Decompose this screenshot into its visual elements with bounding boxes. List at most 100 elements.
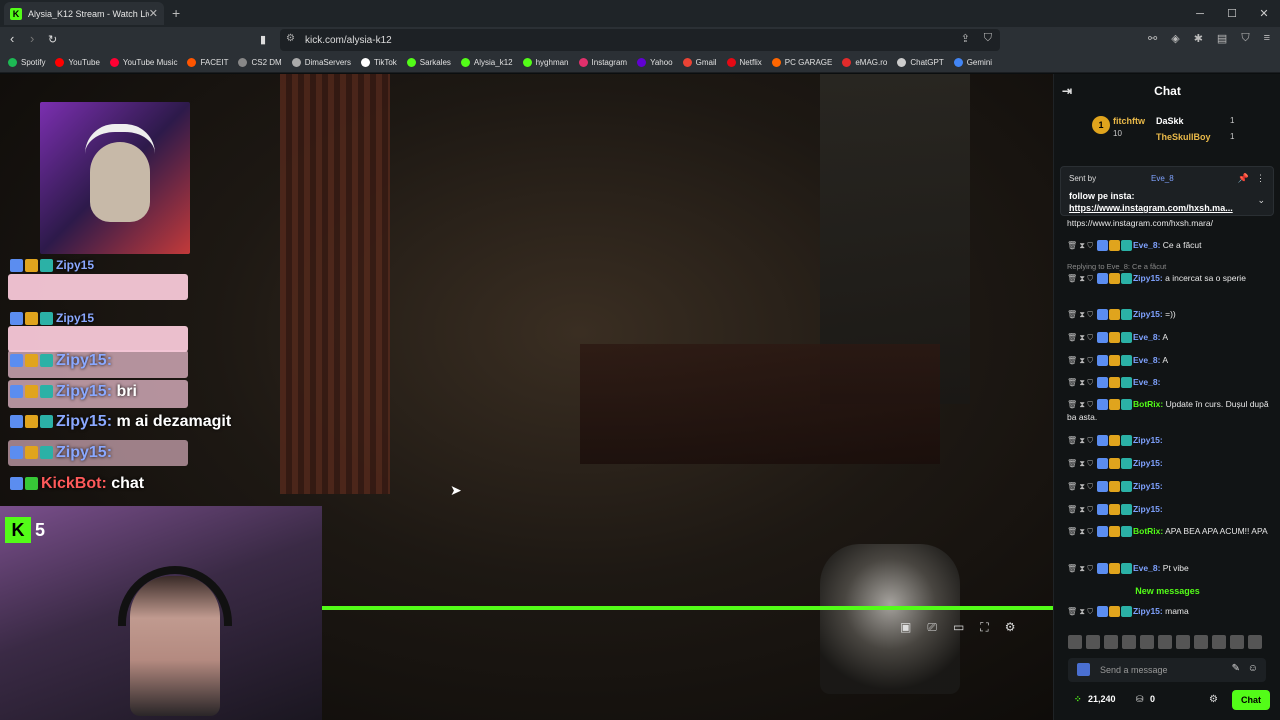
bookmark-item[interactable]: eMAG.ro: [842, 58, 887, 67]
mod-actions-icon[interactable]: 🗑 ⧗ ⛉: [1067, 333, 1093, 342]
mod-actions-icon[interactable]: 🗑 ⧗ ⛉: [1067, 241, 1093, 250]
url-field[interactable]: ⚙ kick.com/alysia-k12 ⇪ ⛉: [280, 29, 1000, 51]
chat-username[interactable]: Eve_8:: [1133, 377, 1160, 387]
chat-username[interactable]: Eve_8:: [1133, 332, 1160, 342]
emote[interactable]: [1248, 635, 1262, 649]
clip-icon[interactable]: ⎚: [927, 620, 937, 635]
chat-username[interactable]: BotRix:: [1133, 526, 1163, 536]
chat-identity-icon[interactable]: [1077, 663, 1090, 676]
mod-actions-icon[interactable]: 🗑 ⧗ ⛉: [1067, 436, 1093, 445]
chat-input[interactable]: Send a message ✎ ☺: [1068, 658, 1266, 682]
chat-message[interactable]: 🗑 ⧗ ⛉ Eve_8: Pt vibe: [1067, 562, 1277, 575]
emote[interactable]: [1212, 635, 1226, 649]
maximize-button[interactable]: ☐: [1216, 0, 1248, 27]
pinned-message[interactable]: Sent by Eve_8 📌 ⋮ follow pe insta: https…: [1060, 166, 1274, 216]
bookmark-item[interactable]: Instagram: [578, 58, 627, 67]
brave-shield-icon[interactable]: ⛉: [984, 32, 992, 45]
mod-actions-icon[interactable]: 🗑 ⧗ ⛉: [1067, 378, 1093, 387]
chat-message[interactable]: 🗑 ⧗ ⛉ Zipy15:: [1067, 434, 1277, 447]
bookmark-item[interactable]: Yahoo: [637, 58, 673, 67]
wallet-icon[interactable]: ◈: [1171, 32, 1179, 45]
chat-message[interactable]: 🗑 ⧗ ⛉ Zipy15: =)): [1067, 308, 1277, 321]
bookmark-item[interactable]: Spotify: [8, 58, 45, 67]
chat-username[interactable]: Zipy15:: [1133, 606, 1163, 616]
chat-username[interactable]: Zipy15:: [1133, 309, 1163, 319]
reload-button[interactable]: ↻: [48, 33, 57, 46]
mod-actions-icon[interactable]: 🗑 ⧗ ⛉: [1067, 459, 1093, 468]
chat-message[interactable]: 🗑 ⧗ ⛉ Eve_8: Ce a făcut: [1067, 239, 1277, 252]
emote[interactable]: [1122, 635, 1136, 649]
bookmark-item[interactable]: Netflix: [726, 58, 762, 67]
leader-name[interactable]: fitchftw: [1113, 116, 1145, 126]
chat-message[interactable]: https://www.instagram.com/hxsh.mara/: [1067, 217, 1277, 230]
site-info-icon[interactable]: ⚙: [286, 33, 295, 44]
chat-username[interactable]: Eve_8:: [1133, 563, 1160, 573]
back-button[interactable]: ‹: [10, 31, 14, 46]
bookmark-item[interactable]: CS2 DM: [238, 58, 282, 67]
chat-message[interactable]: 🗑 ⧗ ⛉ Zipy15: mama: [1067, 605, 1277, 618]
extensions-icon[interactable]: ✱: [1194, 32, 1203, 45]
emote[interactable]: [1194, 635, 1208, 649]
vpn-icon[interactable]: ⚯: [1148, 32, 1157, 45]
sent-by-user[interactable]: Eve_8: [1151, 174, 1174, 183]
chat-username[interactable]: Zipy15:: [1133, 481, 1163, 491]
emote[interactable]: [1104, 635, 1118, 649]
chat-message[interactable]: 🗑 ⧗ ⛉ Eve_8: A: [1067, 354, 1277, 367]
emote[interactable]: [1086, 635, 1100, 649]
close-window-button[interactable]: ✕: [1248, 0, 1280, 27]
menu-icon[interactable]: ≡: [1264, 32, 1270, 45]
gift-icon[interactable]: ⛁: [1136, 694, 1144, 705]
chat-message[interactable]: 🗑 ⧗ ⛉ Eve_8:: [1067, 376, 1277, 389]
more-options-icon[interactable]: ⋮: [1256, 173, 1265, 184]
emote[interactable]: [1176, 635, 1190, 649]
theater-mode-icon[interactable]: ▭: [953, 620, 964, 635]
mod-actions-icon[interactable]: 🗑 ⧗ ⛉: [1067, 400, 1093, 409]
collapse-chat-icon[interactable]: ⇥: [1062, 84, 1072, 98]
bookmark-icon[interactable]: ▮: [260, 33, 266, 46]
chat-username[interactable]: Eve_8:: [1133, 240, 1160, 250]
mod-actions-icon[interactable]: 🗑 ⧗ ⛉: [1067, 274, 1093, 283]
chat-message[interactable]: 🗑 ⧗ ⛉ Zipy15: a incercat sa o sperie: [1067, 272, 1277, 285]
chat-message[interactable]: 🗑 ⧗ ⛉ Eve_8: A: [1067, 331, 1277, 344]
forward-button[interactable]: ›: [30, 31, 34, 46]
pin-icon[interactable]: 📌: [1238, 173, 1249, 184]
bookmark-item[interactable]: Alysia_k12: [460, 58, 513, 67]
translate-icon[interactable]: ✎: [1232, 663, 1240, 674]
mod-actions-icon[interactable]: 🗑 ⧗ ⛉: [1067, 482, 1093, 491]
share-icon[interactable]: ⇪: [961, 32, 970, 45]
bookmark-item[interactable]: Gemini: [953, 58, 992, 67]
bookmark-item[interactable]: YouTube Music: [109, 58, 177, 67]
emote[interactable]: [1230, 635, 1244, 649]
mod-actions-icon[interactable]: 🗑 ⧗ ⛉: [1067, 564, 1093, 573]
chat-username[interactable]: Eve_8:: [1133, 355, 1160, 365]
pip-icon[interactable]: ▣: [900, 620, 911, 635]
leader-name[interactable]: TheSkullBoy: [1156, 132, 1211, 142]
emoji-icon[interactable]: ☺: [1248, 663, 1258, 674]
close-tab-icon[interactable]: ✕: [149, 7, 158, 20]
sidebar-icon[interactable]: ▤: [1217, 32, 1227, 45]
minimize-button[interactable]: ─: [1184, 0, 1216, 27]
bookmark-item[interactable]: ChatGPT: [897, 58, 944, 67]
leader-name[interactable]: DaSkk: [1156, 116, 1184, 126]
chat-username[interactable]: Zipy15:: [1133, 435, 1163, 445]
bookmark-item[interactable]: TikTok: [360, 58, 397, 67]
bookmark-item[interactable]: YouTube: [55, 58, 100, 67]
mod-actions-icon[interactable]: 🗑 ⧗ ⛉: [1067, 505, 1093, 514]
chat-username[interactable]: Zipy15:: [1133, 504, 1163, 514]
chat-settings-icon[interactable]: ⚙: [1209, 694, 1218, 705]
settings-icon[interactable]: ⚙: [1005, 620, 1016, 635]
mod-actions-icon[interactable]: 🗑 ⧗ ⛉: [1067, 527, 1093, 536]
emote[interactable]: [1068, 635, 1082, 649]
bookmark-item[interactable]: Sarkales: [406, 58, 451, 67]
chat-username[interactable]: Zipy15:: [1133, 273, 1163, 283]
chat-message[interactable]: 🗑 ⧗ ⛉ Zipy15:: [1067, 457, 1277, 470]
new-messages-divider[interactable]: New messages: [1054, 586, 1280, 596]
chat-message[interactable]: 🗑 ⧗ ⛉ Zipy15:: [1067, 480, 1277, 493]
bookmark-item[interactable]: hyghman: [522, 58, 569, 67]
tab-kick-stream[interactable]: K Alysia_K12 Stream - Watch Live o ✕: [4, 2, 164, 25]
send-chat-button[interactable]: Chat: [1232, 690, 1270, 710]
pinned-link[interactable]: https://www.instagram.com/hxsh.ma...: [1069, 203, 1259, 213]
chat-username[interactable]: Zipy15:: [1133, 458, 1163, 468]
fullscreen-icon[interactable]: ⛶: [980, 620, 988, 635]
bookmark-item[interactable]: PC GARAGE: [771, 58, 832, 67]
